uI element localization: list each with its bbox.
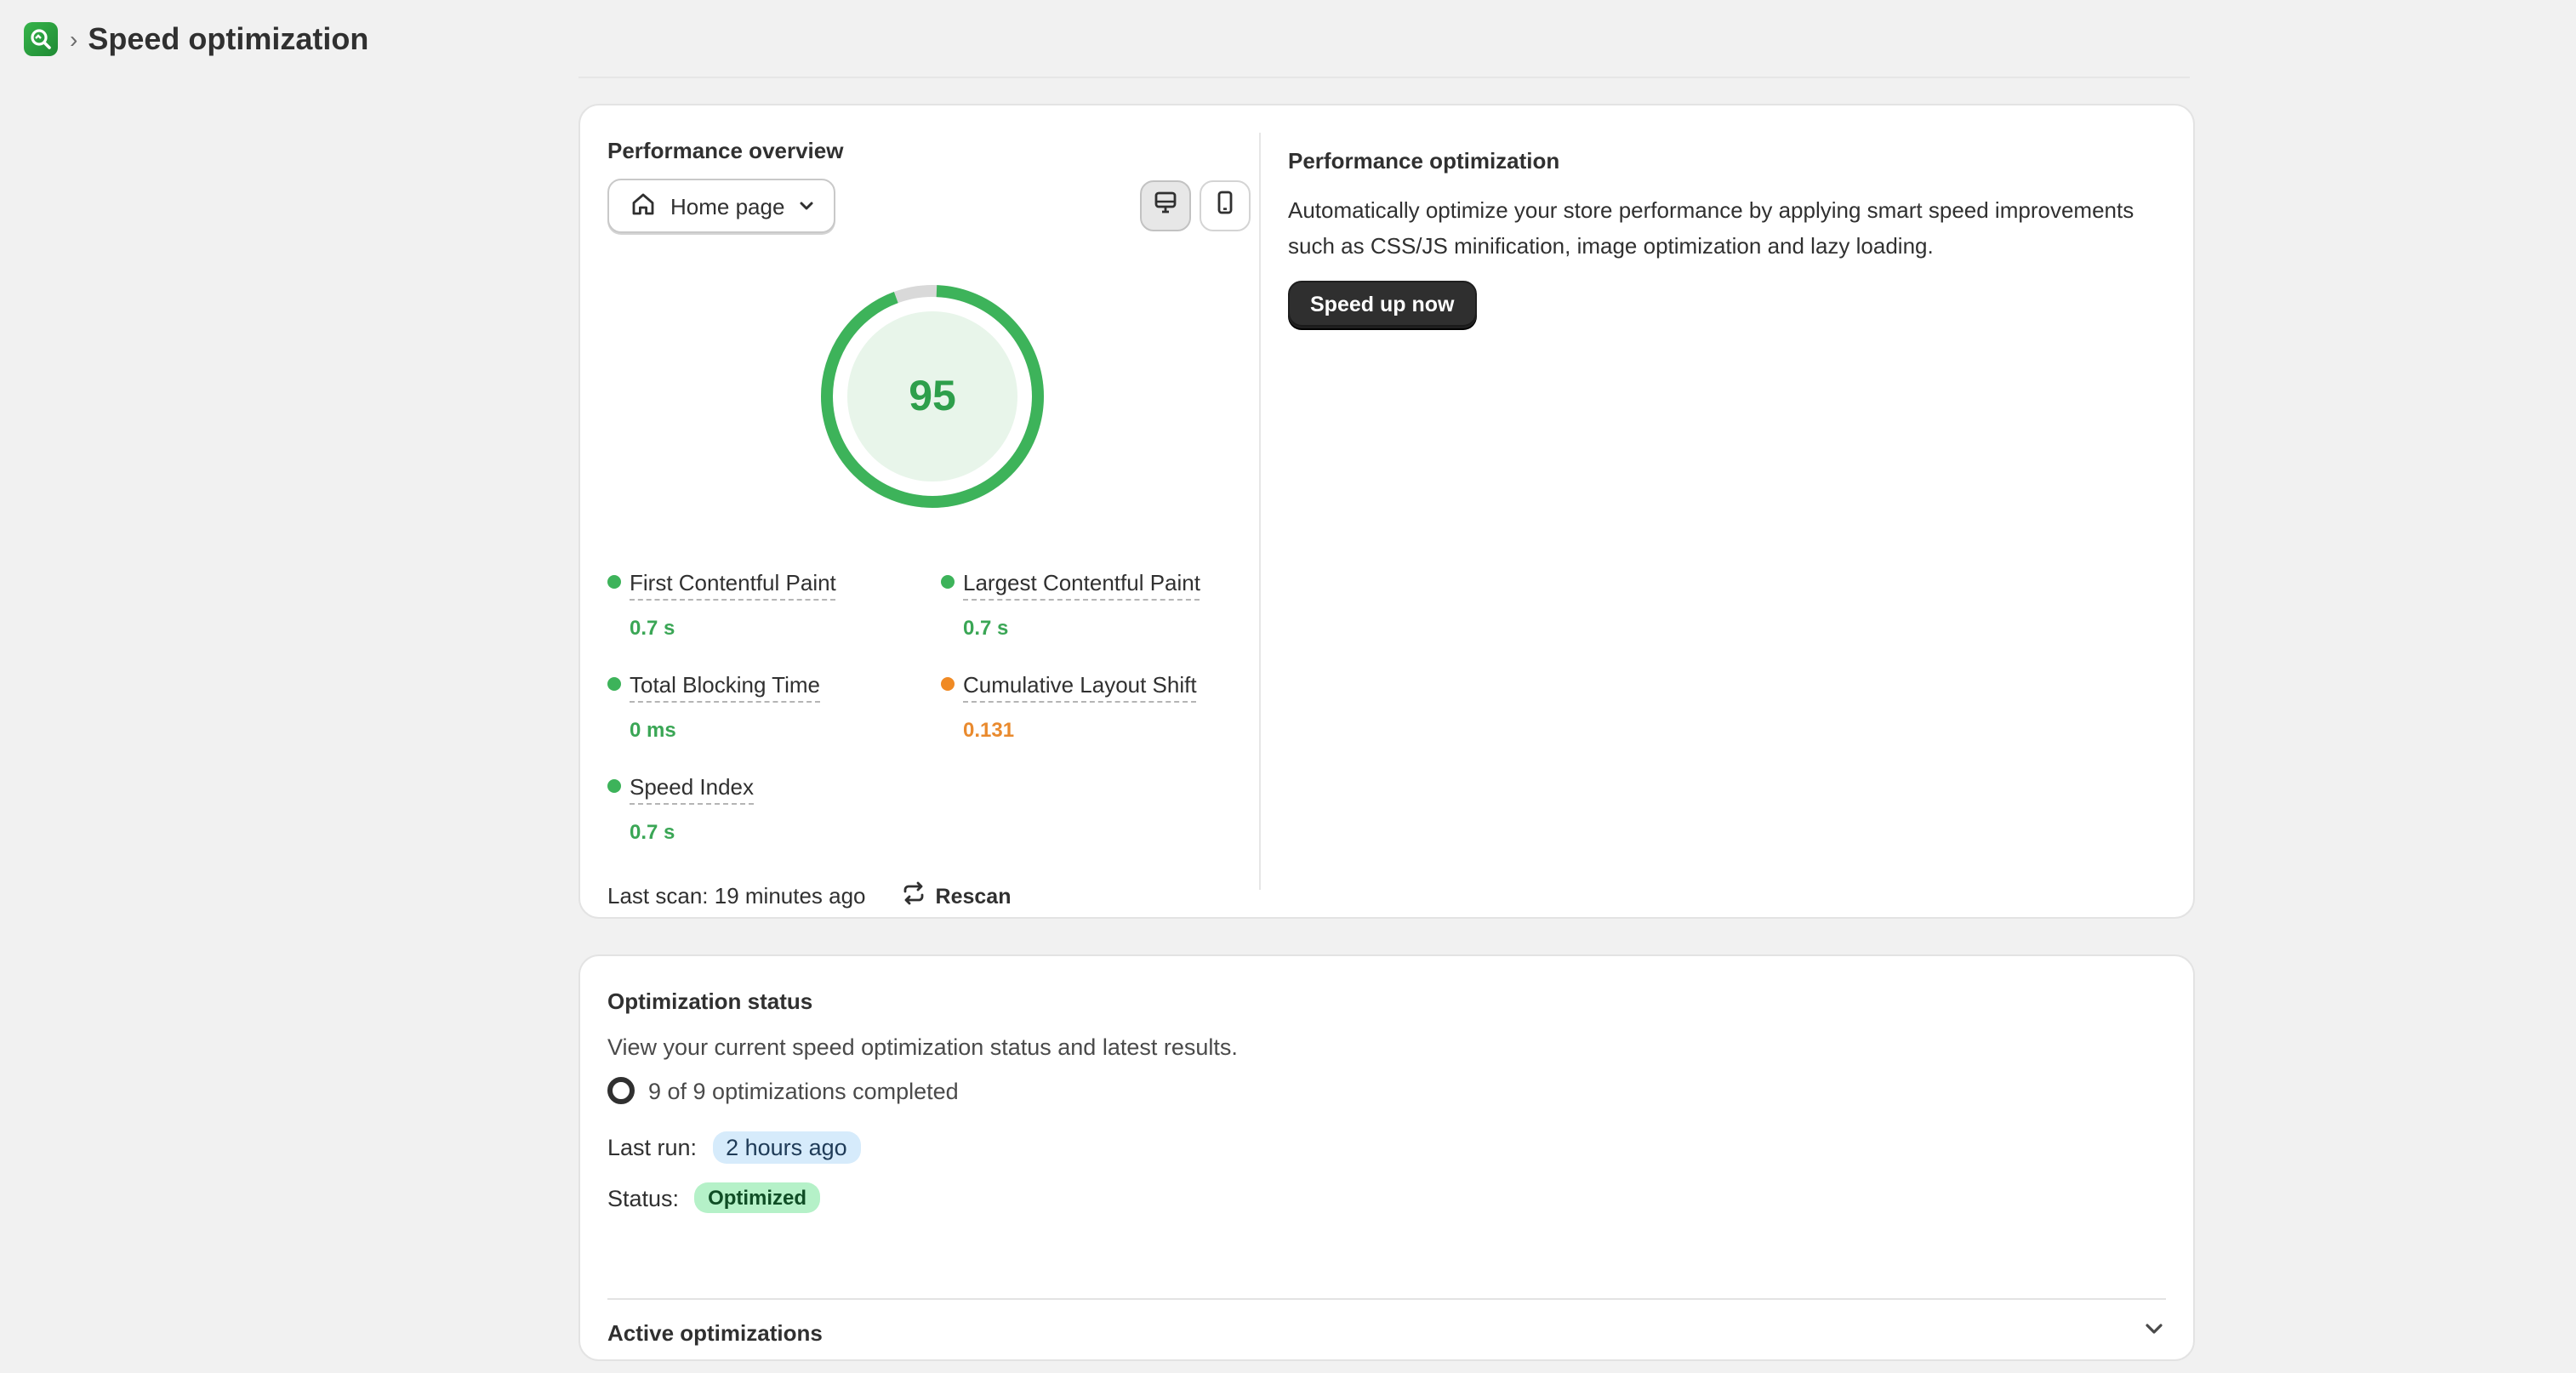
metric-total-blocking-time: Total Blocking Time 0 ms — [607, 672, 931, 742]
metric-status-dot — [941, 575, 955, 589]
rescan-button[interactable]: Rescan — [900, 880, 1012, 912]
breadcrumb-separator: › — [70, 26, 78, 53]
page-select-dropdown[interactable]: Home page — [607, 179, 836, 233]
optimization-status-card: Optimization status View your current sp… — [578, 954, 2195, 1361]
optimization-status-section: Optimization status View your current sp… — [607, 956, 2166, 1213]
metric-label[interactable]: First Contentful Paint — [630, 570, 836, 601]
last-run-badge: 2 hours ago — [712, 1131, 861, 1164]
page: › Speed optimization Performance overvie… — [0, 0, 2576, 1373]
metric-status-dot — [607, 575, 621, 589]
metric-value: 0.7 s — [963, 616, 1009, 640]
metric-value: 0.7 s — [630, 616, 675, 640]
status-label: Status: — [607, 1185, 680, 1211]
status-badge: Optimized — [694, 1182, 821, 1213]
column-divider — [1259, 133, 1261, 890]
metric-largest-contentful-paint: Largest Contentful Paint 0.7 s — [941, 570, 1264, 640]
chevron-down-icon — [2142, 1316, 2166, 1348]
mobile-view-button[interactable] — [1200, 180, 1251, 231]
performance-optimization-section: Performance optimization Automatically o… — [1288, 105, 2166, 328]
refresh-icon — [900, 880, 927, 912]
metric-cumulative-layout-shift: Cumulative Layout Shift 0.131 — [941, 672, 1264, 742]
desktop-view-button[interactable] — [1140, 180, 1191, 231]
metric-value: 0 ms — [630, 718, 676, 742]
performance-overview-section: Performance overview Home page 95 First … — [607, 105, 1254, 917]
status-row: Status: Optimized — [607, 1182, 2166, 1213]
performance-card: Performance overview Home page 95 First … — [578, 104, 2195, 919]
performance-optimization-title: Performance optimization — [1288, 148, 1560, 174]
last-run-row: Last run: 2 hours ago — [607, 1131, 2166, 1164]
rescan-label: Rescan — [935, 884, 1012, 908]
home-icon — [630, 190, 657, 222]
metric-status-dot — [607, 677, 621, 691]
metric-speed-index: Speed Index 0.7 s — [607, 774, 931, 844]
progress-ring-icon — [607, 1077, 635, 1104]
metric-label[interactable]: Cumulative Layout Shift — [963, 672, 1197, 703]
metric-first-contentful-paint: First Contentful Paint 0.7 s — [607, 570, 931, 640]
last-run-label: Last run: — [607, 1135, 698, 1160]
metric-status-dot — [941, 677, 955, 691]
metric-label[interactable]: Largest Contentful Paint — [963, 570, 1200, 601]
performance-score-value: 95 — [909, 372, 956, 419]
metric-status-dot — [607, 779, 621, 793]
desktop-icon — [1152, 188, 1179, 224]
performance-score-gauge: 95 — [817, 281, 1048, 512]
optimization-status-description: View your current speed optimization sta… — [607, 1034, 1238, 1060]
last-scan-text: Last scan: 19 minutes ago — [607, 883, 866, 909]
scan-row: Last scan: 19 minutes ago Rescan — [607, 880, 1012, 912]
active-optimizations-toggle[interactable]: Active optimizations — [607, 1305, 2166, 1359]
optimization-status-title: Optimization status — [607, 988, 813, 1014]
active-optimizations-title: Active optimizations — [607, 1319, 823, 1345]
performance-optimization-description: Automatically optimize your store perfor… — [1288, 197, 2134, 258]
progress-text: 9 of 9 optimizations completed — [648, 1078, 959, 1103]
metric-label[interactable]: Speed Index — [630, 774, 755, 805]
metric-value: 0.7 s — [630, 820, 675, 844]
metric-value: 0.131 — [963, 718, 1015, 742]
metric-label[interactable]: Total Blocking Time — [630, 672, 820, 703]
top-bar: › Speed optimization — [0, 0, 2576, 78]
speed-up-now-button[interactable]: Speed up now — [1288, 281, 1477, 328]
performance-overview-title: Performance overview — [607, 138, 844, 163]
section-divider — [607, 1298, 2166, 1300]
chevron-down-icon — [798, 193, 815, 219]
page-select-value: Home page — [670, 193, 785, 219]
app-logo-icon[interactable] — [24, 22, 58, 56]
mobile-icon — [1211, 188, 1239, 224]
optimizations-progress: 9 of 9 optimizations completed — [607, 1077, 2166, 1104]
page-title: Speed optimization — [88, 21, 369, 55]
